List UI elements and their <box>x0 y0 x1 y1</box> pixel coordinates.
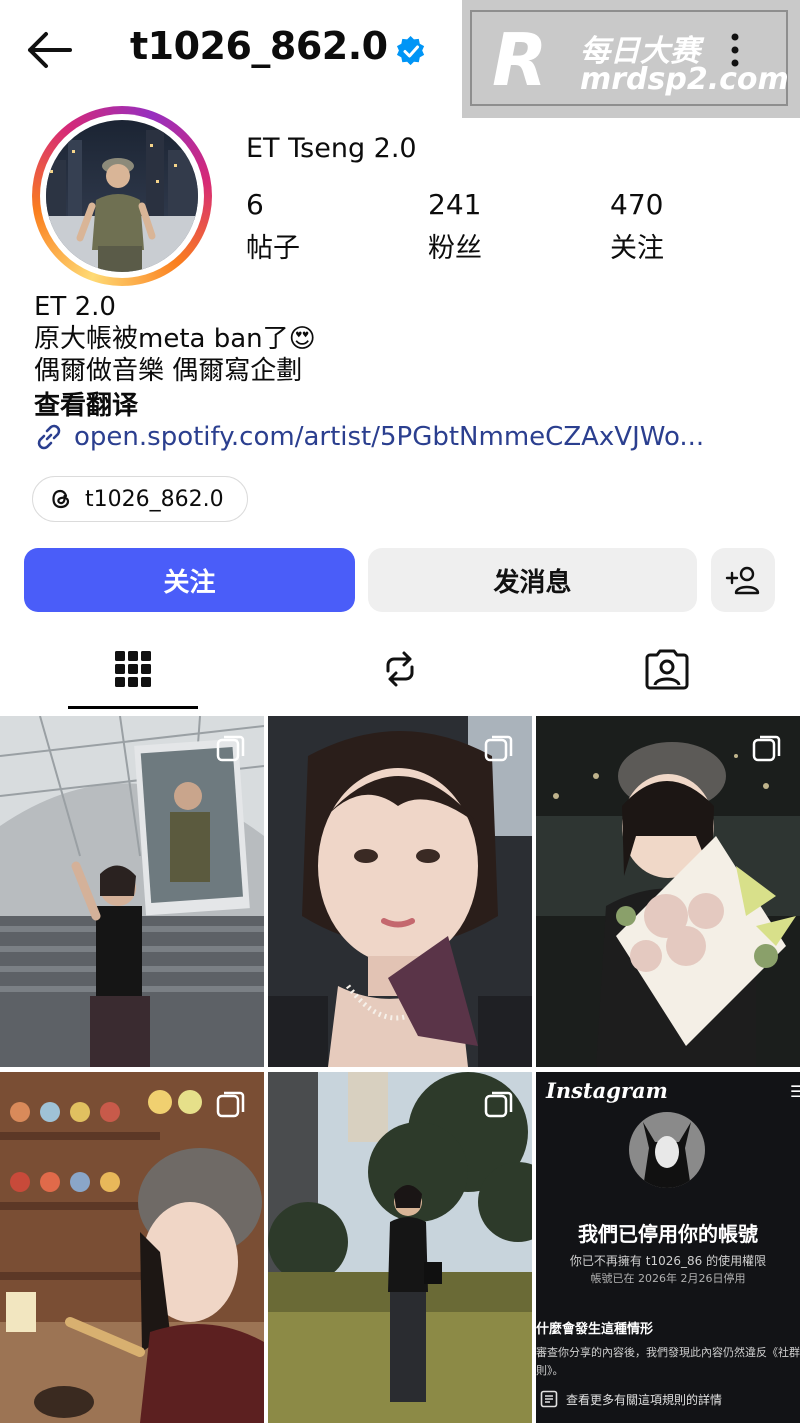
carousel-icon <box>484 735 513 762</box>
back-button[interactable] <box>22 28 74 72</box>
threads-icon <box>52 489 70 509</box>
screenshot-section-body-2: 則》。 <box>536 1364 564 1377</box>
screenshot-more-link-text: 查看更多有關這項規則的詳情 <box>566 1392 723 1407</box>
reels-repost-icon <box>386 651 414 687</box>
suggest-users-button[interactable] <box>711 548 775 612</box>
more-vertical-icon <box>731 33 739 67</box>
grid-icon <box>115 651 151 687</box>
tab-posts[interactable] <box>0 628 266 710</box>
bio-line-2: 原大帳被meta ban了😍 <box>34 324 316 354</box>
watermark-en-text: mrdsp2.com <box>580 62 789 97</box>
posts-count[interactable]: 6 <box>246 188 264 221</box>
post-tile-3[interactable] <box>536 716 800 1067</box>
carousel-icon <box>484 1091 513 1118</box>
screenshot-line-1: 你已不再擁有 t1026_86 的使用權限 <box>569 1254 767 1268</box>
screenshot-app-name: Instagram <box>546 1078 668 1103</box>
followers-label[interactable]: 粉丝 <box>428 226 482 265</box>
screenshot-section-body-1: 審查你分享的內容後，我們發現此內容仍然違反《社群 <box>536 1346 800 1359</box>
tagged-person-icon <box>645 649 689 690</box>
watermark-logo: R <box>492 18 548 102</box>
following-count[interactable]: 470 <box>610 188 663 221</box>
tab-tagged[interactable] <box>534 628 800 710</box>
tab-reposts[interactable] <box>267 628 533 710</box>
post-tile-4[interactable] <box>0 1072 264 1423</box>
screenshot-line-2: 帳號已在 2026年 2月26日停用 <box>590 1272 746 1285</box>
bio-line-3: 偶爾做音樂 偶爾寫企劃 <box>34 356 303 386</box>
add-user-icon <box>725 566 760 595</box>
display-name: ET Tseng 2.0 <box>246 133 417 164</box>
threads-badge[interactable]: t1026_862.0 <box>32 476 248 522</box>
threads-handle: t1026_862.0 <box>85 486 224 512</box>
followers-count[interactable]: 241 <box>428 188 481 221</box>
arrow-left-icon <box>28 32 72 68</box>
active-tab-indicator <box>68 706 198 709</box>
screenshot-headline: 我們已停用你的帳號 <box>578 1222 758 1246</box>
screenshot-more-link: 查看更多有關這項規則的詳情 <box>540 1390 722 1408</box>
story-ring[interactable] <box>32 106 212 286</box>
following-label[interactable]: 关注 <box>610 226 664 265</box>
posts-label[interactable]: 帖子 <box>246 226 300 265</box>
more-options-button[interactable] <box>720 30 750 70</box>
follow-button[interactable]: 关注 <box>24 548 355 612</box>
avatar <box>46 120 198 272</box>
verified-badge-icon <box>396 36 425 66</box>
carousel-icon <box>752 735 781 762</box>
message-button[interactable]: 发消息 <box>368 548 697 612</box>
screenshot-avatar <box>629 1112 705 1188</box>
bio-link[interactable]: open.spotify.com/artist/5PGbtNmmeCZAxVJW… <box>34 422 704 452</box>
post-tile-5[interactable] <box>268 1072 532 1423</box>
screenshot-section-title: 什麼會發生這種情形 <box>536 1322 654 1337</box>
link-icon <box>37 424 61 450</box>
translate-link[interactable]: 查看翻译 <box>34 389 138 423</box>
post-tile-6[interactable]: Instagram ☰ 我們已停用你的帳號 你已不再擁有 t1026_86 的使… <box>536 1072 800 1423</box>
document-icon <box>540 1390 558 1408</box>
post-tile-2[interactable] <box>268 716 532 1067</box>
bio-link-text: open.spotify.com/artist/5PGbtNmmeCZAxVJW… <box>74 422 705 452</box>
carousel-icon <box>216 735 245 762</box>
screenshot-menu-icon: ☰ <box>790 1082 800 1101</box>
post-tile-1[interactable] <box>0 716 264 1067</box>
profile-username: t1026_862.0 <box>130 24 388 68</box>
carousel-icon <box>216 1091 245 1118</box>
bio-line-1: ET 2.0 <box>34 292 116 322</box>
